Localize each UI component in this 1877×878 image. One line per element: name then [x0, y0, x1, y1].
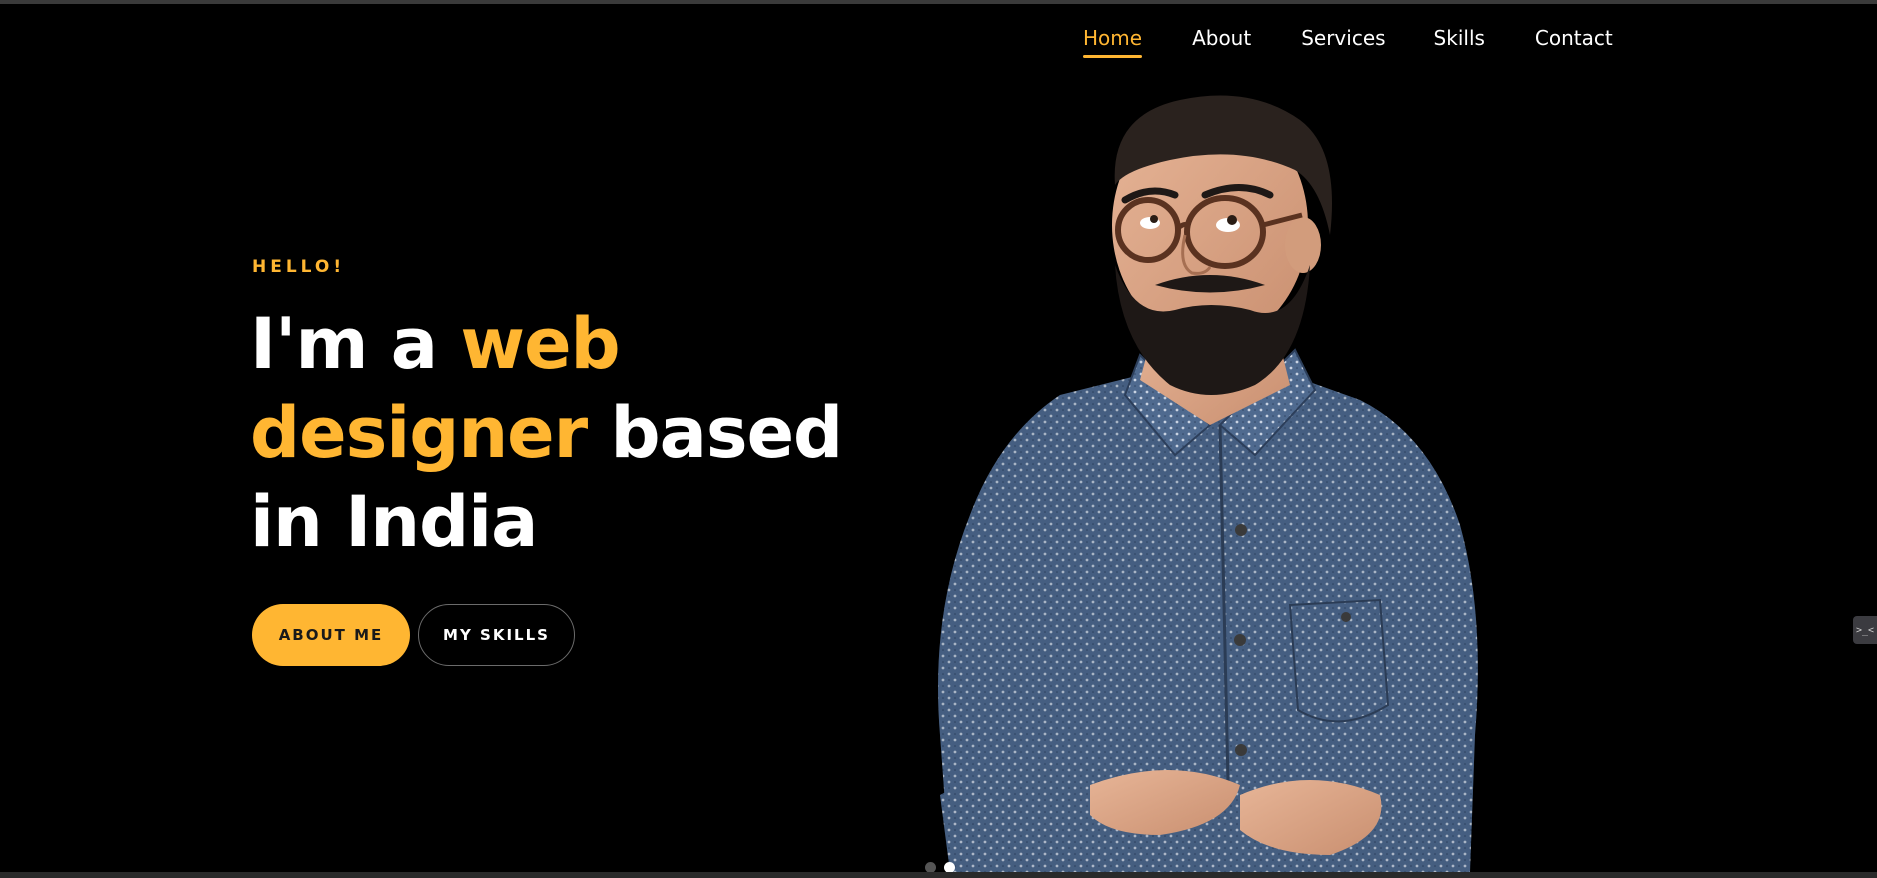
- about-me-button[interactable]: ABOUT ME: [252, 604, 410, 666]
- headline-accent-designer: designer: [250, 392, 588, 474]
- headline-accent-web: web: [460, 303, 620, 385]
- headline-part-3: in India: [250, 481, 538, 563]
- main-nav: Home About Services Skills Contact: [1083, 26, 1613, 58]
- headline-part-1: I'm a: [250, 303, 461, 385]
- nav-home[interactable]: Home: [1083, 26, 1143, 58]
- terminal-icon[interactable]: >_<: [1853, 616, 1877, 644]
- nav-services[interactable]: Services: [1301, 26, 1385, 56]
- hero-greeting: HELLO!: [252, 257, 346, 277]
- nav-about[interactable]: About: [1192, 26, 1251, 56]
- my-skills-button[interactable]: MY SKILLS: [418, 604, 575, 666]
- hero-headline: I'm a web designer based in India: [250, 300, 890, 567]
- man-with-glasses-portrait-icon: [938, 95, 1478, 872]
- top-border: [0, 0, 1877, 4]
- nav-contact[interactable]: Contact: [1535, 26, 1613, 56]
- nav-skills[interactable]: Skills: [1434, 26, 1485, 56]
- headline-part-2: based: [587, 392, 844, 474]
- page: Home About Services Skills Contact HELLO…: [0, 0, 1877, 878]
- bottom-border: [0, 872, 1877, 878]
